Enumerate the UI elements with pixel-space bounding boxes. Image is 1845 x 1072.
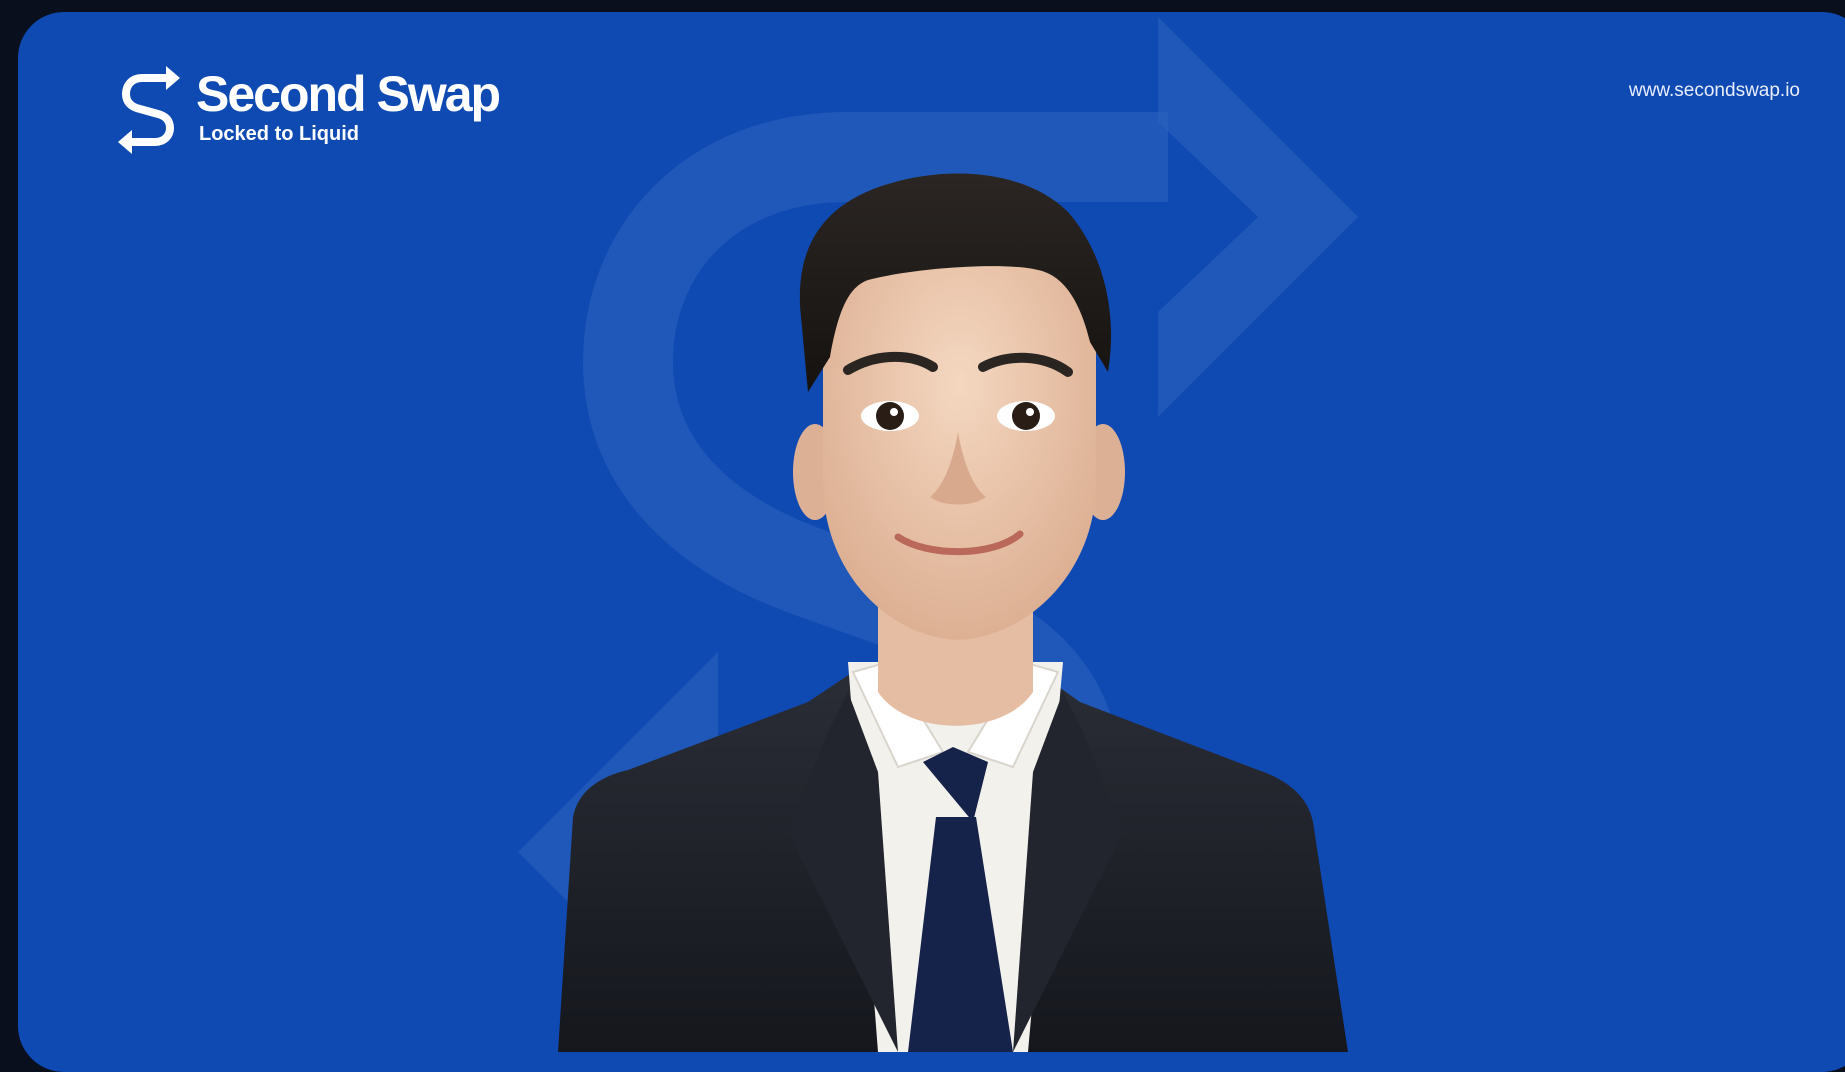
secondswap-s-arrows-icon [118,66,180,154]
brand-logo[interactable]: Second Swap Locked to Liquid [114,64,501,154]
brand-tagline: Locked to Liquid [199,123,359,145]
video-frame: Second Swap Locked to Liquid www.seconds… [18,12,1845,1072]
brand-name: Second Swap [196,66,501,122]
website-url[interactable]: www.secondswap.io [1629,80,1800,102]
businessman-avatar-image [558,173,1348,1052]
